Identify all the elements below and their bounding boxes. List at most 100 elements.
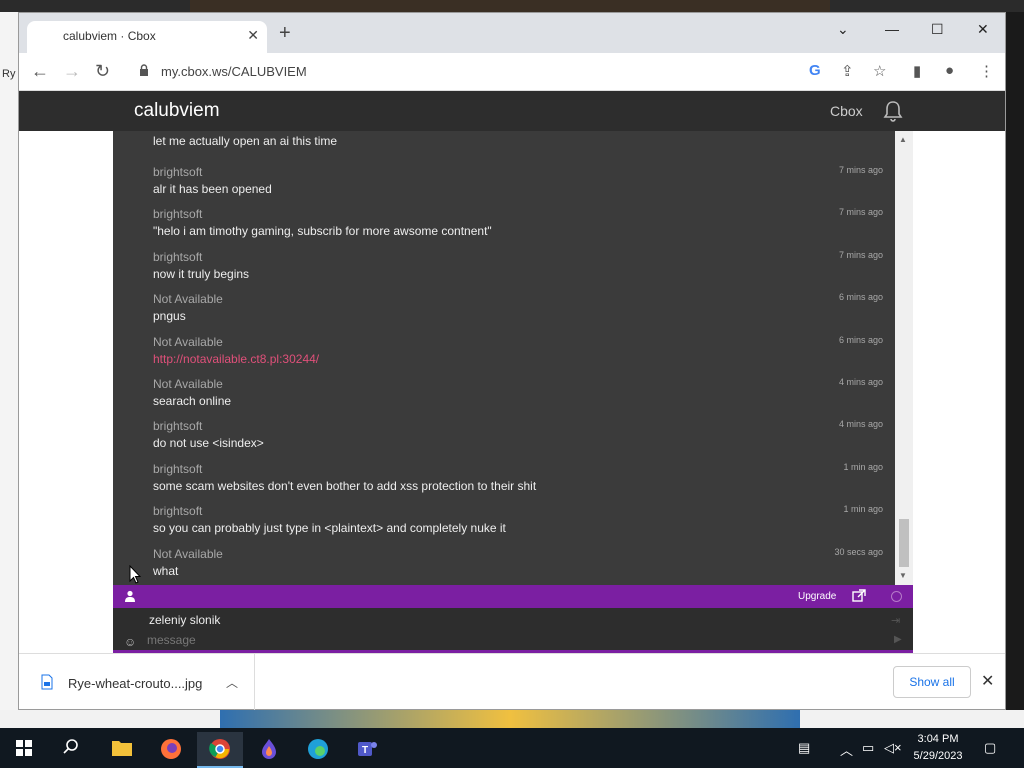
chat-scrollbar[interactable]: ▲ ▼	[895, 131, 913, 585]
taskbar-file-explorer[interactable]	[99, 732, 145, 768]
message-timestamp: 30 secs ago	[834, 546, 883, 557]
forward-icon[interactable]: →	[63, 61, 81, 82]
close-download-bar-icon[interactable]: ✕	[981, 671, 994, 691]
message-timestamp: 7 mins ago	[838, 249, 883, 260]
news-widget-icon[interactable]: ▤	[798, 740, 810, 756]
scroll-down-icon[interactable]: ▼	[899, 571, 907, 580]
firefox-nightly-icon	[262, 739, 276, 759]
taskbar-firefox-nightly[interactable]	[246, 732, 292, 768]
menu-kebab-icon[interactable]: ⋮	[979, 62, 994, 80]
message-author[interactable]: Not Available	[153, 377, 223, 391]
send-icon[interactable]: ▶	[894, 634, 902, 645]
notification-center-icon[interactable]: ▢	[984, 740, 996, 756]
chat-message: brightsoft 7 mins ago now it truly begins	[113, 250, 895, 292]
clock-date: 5/29/2023	[913, 750, 963, 762]
message-text: pngus	[153, 309, 186, 324]
notification-bell-icon[interactable]	[881, 99, 905, 123]
show-all-button[interactable]: Show all	[893, 666, 971, 698]
system-clock[interactable]: 3:04 PM 5/29/2023	[908, 731, 968, 765]
message-link[interactable]: http://notavailable.ct8.pl:30244/	[153, 352, 319, 366]
lock-icon[interactable]	[139, 64, 149, 76]
message-author[interactable]: brightsoft	[153, 504, 202, 518]
message-author[interactable]: brightsoft	[153, 250, 202, 264]
taskbar-firefox[interactable]	[148, 732, 194, 768]
tab-title: calubviem · Cbox	[63, 29, 156, 43]
user-icon[interactable]	[124, 590, 136, 602]
message-timestamp: 7 mins ago	[838, 207, 883, 218]
username-field[interactable]: zeleniy slonik	[149, 613, 220, 627]
message-text-partial: let me actually open an ai this time	[153, 134, 338, 148]
chat-message: brightsoft 7 mins ago "helo i am timothy g…	[113, 207, 895, 249]
message-author[interactable]: Not Available	[153, 547, 223, 561]
emoji-icon[interactable]: ☺	[124, 635, 136, 649]
login-icon[interactable]: ⇥	[891, 614, 900, 627]
back-icon[interactable]: ←	[31, 61, 49, 82]
side-panel-icon[interactable]: ▮	[913, 62, 921, 80]
mouse-cursor-icon	[129, 565, 141, 584]
chat-message: brightsoft 1 min ago so you can probably j…	[113, 504, 895, 546]
taskbar-teams[interactable]: T	[344, 732, 390, 768]
message-text: what	[153, 563, 179, 578]
download-bar: Rye-wheat-crouto....jpg ︿ Show all ✕	[19, 653, 1005, 710]
browser-tab-cbox[interactable]: calubviem · Cbox ✕	[27, 21, 267, 53]
message-timestamp: 1 min ago	[843, 504, 883, 515]
reload-icon[interactable]: ↻	[95, 61, 110, 82]
profile-icon[interactable]: ●	[945, 62, 954, 79]
message-text: "helo i am timothy gaming, subscrib for …	[153, 224, 492, 239]
message-text: so you can probably just type in <plaint…	[153, 521, 506, 536]
show-hidden-icons-chevron[interactable]: ︿	[840, 740, 853, 759]
desktop-background-bottom	[0, 710, 1024, 730]
message-input[interactable]	[147, 632, 847, 648]
windows-taskbar: T ▤ ︿ ▭ ◁× 3:04 PM 5/29/2023 ▢	[0, 728, 1024, 768]
file-icon	[41, 674, 53, 690]
message-author[interactable]: brightsoft	[153, 165, 202, 179]
bookmark-star-icon[interactable]: ☆	[873, 62, 886, 80]
browser-toolbar: ← → ↻ my.cbox.ws/CALUBVIEM G ⇪ ☆ ▮ ● ⋮	[19, 53, 1005, 91]
windows-start-icon[interactable]	[16, 740, 32, 756]
chat-message: Not Available 30 secs ago what	[113, 547, 895, 585]
scroll-up-icon[interactable]: ▲	[899, 135, 907, 144]
taskbar-chrome[interactable]	[197, 732, 243, 768]
message-text: searach online	[153, 394, 232, 408]
cbox-action-bar: Upgrade	[113, 585, 913, 608]
address-bar[interactable]: my.cbox.ws/CALUBVIEM	[161, 64, 307, 79]
message-author[interactable]: brightsoft	[153, 207, 202, 221]
message-author[interactable]: brightsoft	[153, 419, 202, 433]
chat-message: brightsoft 4 mins ago do not use <isindex>	[113, 419, 895, 461]
tab-search-icon[interactable]: ⌄	[837, 21, 849, 38]
network-icon[interactable]: ▭	[862, 740, 874, 756]
desktop-background-top	[0, 0, 1024, 12]
close-window-icon[interactable]: ✕	[977, 21, 989, 38]
message-timestamp: 6 mins ago	[838, 292, 883, 303]
message-author[interactable]: brightsoft	[153, 462, 202, 476]
desktop-background-left: Ry	[0, 12, 18, 710]
minimize-icon[interactable]: —	[885, 21, 899, 37]
google-lens-icon[interactable]: G	[809, 62, 821, 79]
cbox-link[interactable]: Cbox	[830, 103, 863, 119]
maximize-icon[interactable]: ☐	[931, 21, 944, 38]
clock-time: 3:04 PM	[917, 733, 959, 745]
upgrade-link[interactable]: Upgrade	[798, 591, 836, 602]
new-tab-icon[interactable]: +	[279, 23, 291, 43]
search-icon[interactable]	[62, 738, 80, 756]
external-link-icon[interactable]	[852, 589, 866, 603]
message-author[interactable]: Not Available	[153, 335, 223, 349]
scrollbar-thumb[interactable]	[899, 519, 909, 567]
message-timestamp: 4 mins ago	[838, 377, 883, 387]
chevron-up-icon[interactable]: ︿	[226, 674, 238, 691]
folder-icon	[112, 741, 132, 756]
cbox-header: calubviem Cbox	[19, 91, 1005, 131]
tab-close-icon[interactable]: ✕	[247, 27, 259, 44]
message-author[interactable]: Not Available	[153, 292, 223, 306]
taskbar-edge[interactable]	[295, 732, 341, 768]
chat-message-list[interactable]: let me actually open an ai this time bri…	[113, 131, 895, 585]
message-timestamp: 4 mins ago	[838, 419, 883, 430]
desktop-left-label: Ry	[2, 68, 16, 80]
download-item[interactable]: Rye-wheat-crouto....jpg ︿	[31, 654, 255, 710]
browser-window: calubviem · Cbox ✕ + ⌄ — ☐ ✕ ← → ↻ my.cb…	[18, 12, 1006, 710]
tab-strip: calubviem · Cbox ✕ + ⌄ — ☐ ✕	[19, 13, 1005, 53]
chat-message: Not Available 6 mins ago http://notavailab…	[113, 335, 895, 377]
volume-muted-icon[interactable]: ◁×	[884, 740, 902, 756]
chat-message: brightsoft 1 min ago some scam websites do…	[113, 462, 895, 504]
share-icon[interactable]: ⇪	[841, 62, 854, 80]
